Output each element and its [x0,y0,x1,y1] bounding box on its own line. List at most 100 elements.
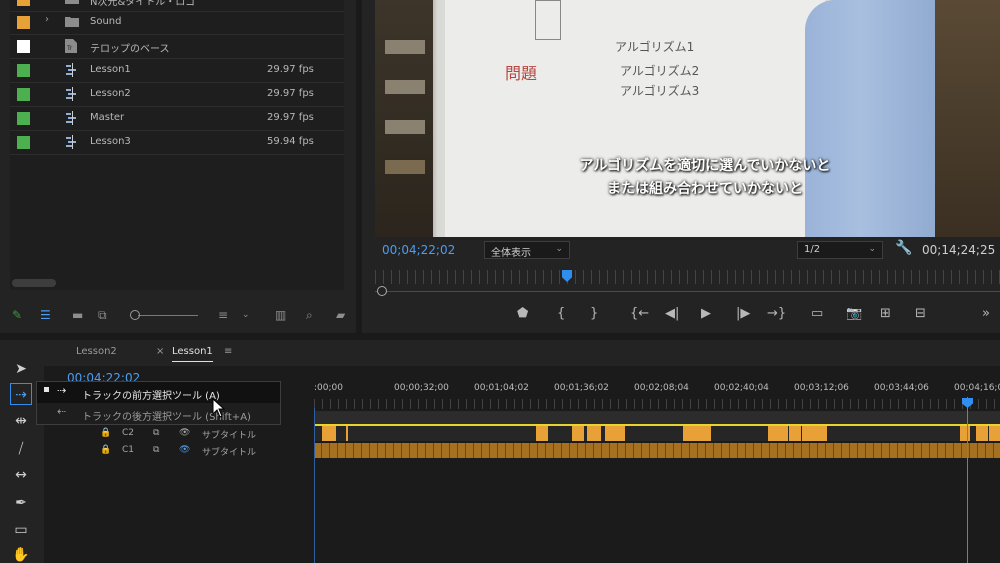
subtitle-clip[interactable] [976,426,988,441]
monitor-zoom-knob[interactable] [377,286,387,296]
project-item-row[interactable]: Lesson2 29.97 fps [10,83,344,107]
sort-chevron-icon[interactable]: ⌄ [242,310,250,320]
play-button[interactable]: ▶ [701,306,711,321]
project-item-row[interactable]: Lesson1 29.97 fps [10,59,344,83]
ruler-time-label: :00;00 [314,383,343,393]
track-name: サブタイトル [202,448,257,458]
subtitle-clip[interactable] [572,426,584,441]
new-bin-icon[interactable]: ▰ [336,308,345,322]
flyout-item-track-select-backward[interactable]: ⇠ トラックの後方選択ツール (Shift+A) [37,403,280,424]
add-marker-button[interactable]: ⬟ [517,306,528,321]
label-color-swatch[interactable] [17,112,30,125]
project-item-row[interactable]: Master 29.97 fps [10,107,344,131]
sort-icon[interactable]: ≡ [218,308,228,322]
label-color-swatch[interactable] [17,40,30,53]
tab-menu-icon[interactable]: ≡ [224,346,232,357]
subtitle-clip[interactable] [322,426,336,441]
zoom-slider-knob[interactable] [130,310,140,320]
flyout-item-track-select-forward[interactable]: ⇢ トラックの前方選択ツール (A) [37,382,280,403]
timeline-ruler-ticks[interactable] [314,399,1000,409]
subtitle-clip[interactable] [768,426,788,441]
project-item-list[interactable]: › N次元&タイトル・ロゴ › Sound Tr テロップのベース Lesson1 29.97… [10,0,344,290]
timeline-playhead-line[interactable] [967,397,968,563]
project-item-name: Sound [90,16,122,27]
subtitle-clip[interactable] [802,426,827,441]
selection-tool[interactable]: ➤ [10,358,32,380]
track-c1-clips[interactable] [314,443,1000,458]
mark-out-button[interactable]: } [590,306,598,321]
label-color-swatch[interactable] [17,64,30,77]
track-select-forward-tool[interactable]: ⇢ [10,383,32,405]
subtitle-clip[interactable] [789,426,801,441]
step-back-button[interactable]: ◀| [665,306,679,321]
razor-tool[interactable]: ⧸ [10,438,32,460]
export-frame-button[interactable]: 📷 [846,306,862,321]
ruler-time-label: 00;01;04;02 [474,383,529,393]
zoom-slider-track[interactable] [138,315,198,316]
automate-icon[interactable]: ▥ [275,308,286,322]
pen-icon[interactable]: ✎ [12,308,22,322]
more-controls-button[interactable]: » [982,306,990,321]
playhead-timecode[interactable]: 00;04;22;02 [382,243,455,257]
track-c2-area[interactable] [314,426,1000,441]
project-horizontal-scrollbar[interactable] [12,279,56,287]
subtitle-clip[interactable] [960,426,970,441]
go-to-in-button[interactable]: {← [630,306,649,321]
expand-chevron-icon[interactable]: › [45,14,49,25]
list-view-icon[interactable]: ☰ [40,308,51,322]
ripple-edit-tool[interactable]: ⇹ [10,410,32,432]
lift-button[interactable]: ⊞ [880,306,891,321]
ruler-time-label: 00;02;40;04 [714,383,769,393]
sequence-start-line [314,408,315,563]
project-item-row[interactable]: Lesson3 59.94 fps [10,131,344,155]
label-color-swatch[interactable] [17,136,30,149]
label-color-swatch[interactable] [17,16,30,29]
track-c2-selection-line [314,424,1000,426]
lock-icon[interactable]: 🔒 [100,428,111,438]
expand-chevron-icon[interactable]: › [45,0,49,2]
step-forward-button[interactable]: |▶ [736,306,750,321]
monitor-time-ruler[interactable] [375,270,1000,284]
subtitle-clip[interactable] [605,426,625,441]
resolution-dropdown[interactable]: 1/2 ⌄ [797,241,883,259]
project-item-row[interactable]: › Sound [10,11,344,35]
extract-button[interactable]: ⊟ [915,306,926,321]
ruler-time-label: 00;04;16;08 [954,383,1000,393]
bin-folder-icon [65,0,79,6]
sync-lock-icon[interactable]: ⧉ [153,445,159,455]
eye-hidden-icon[interactable]: 👁 [179,445,190,455]
project-item-name: Lesson1 [90,64,131,75]
eye-icon[interactable]: 👁 [179,428,190,438]
panel-divider-horizontal[interactable] [0,333,1000,340]
fit-dropdown[interactable]: 全体表示 ⌄ [484,241,570,259]
settings-wrench-icon[interactable]: 🔧 [895,240,912,256]
subtitle-clip[interactable] [683,426,711,441]
project-item-row[interactable]: Tr テロップのベース [10,35,344,59]
subtitle-clip[interactable] [989,426,1000,441]
tab-close-icon[interactable]: × [156,346,164,357]
subtitle-line-2: または組み合わせていかないと [607,181,803,197]
tab-lesson1[interactable]: Lesson1 [172,346,213,362]
subtitle-clip[interactable] [587,426,601,441]
monitor-zoom-bar[interactable] [375,291,1000,292]
mark-in-button[interactable]: { [557,306,565,321]
go-to-out-button[interactable]: →} [767,306,786,321]
pen-tool[interactable]: ✒ [10,492,32,514]
label-color-swatch[interactable] [17,0,30,6]
subtitle-clip[interactable] [346,426,348,441]
timeline-work-area[interactable] [314,411,1000,424]
safe-margins-button[interactable]: ▭ [811,306,823,321]
timeline-ruler-labels[interactable]: :00;00 00;00;32;00 00;01;04;02 00;01;36;02 0… [314,383,1000,397]
freeform-view-icon[interactable]: ⧉ [98,308,107,323]
rectangle-tool[interactable]: ▭ [10,519,32,541]
icon-view-icon[interactable]: ▬ [72,308,83,322]
tools-panel: ➤ ⇢ ⇹ ⧸ ↔ ✒ ▭ ✋ [0,340,44,563]
label-color-swatch[interactable] [17,88,30,101]
slip-tool[interactable]: ↔ [10,464,32,486]
tab-lesson2[interactable]: Lesson2 [76,346,117,357]
find-icon[interactable]: ⌕ [306,308,313,323]
sync-lock-icon[interactable]: ⧉ [153,428,159,438]
hand-tool[interactable]: ✋ [10,544,32,563]
lock-icon[interactable]: 🔒 [100,445,111,455]
subtitle-clip[interactable] [536,426,548,441]
